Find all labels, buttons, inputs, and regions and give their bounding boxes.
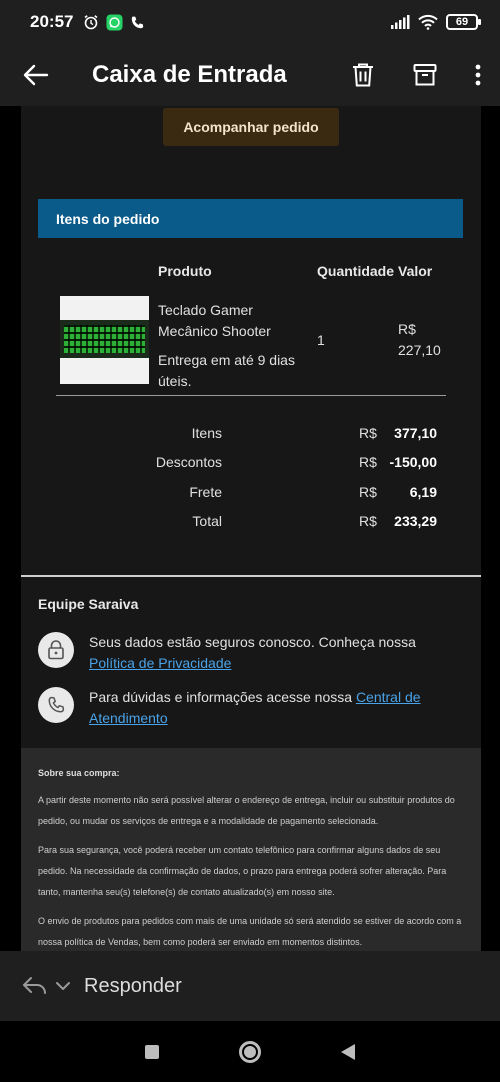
- summary-currency: R$: [359, 484, 377, 500]
- track-order-button[interactable]: Acompanhar pedido: [163, 108, 339, 146]
- back-nav-button[interactable]: [341, 1043, 355, 1060]
- section-divider: [21, 575, 481, 577]
- recents-button[interactable]: [145, 1044, 159, 1059]
- product-delivery: Entrega em até 9 dias úteis.: [158, 352, 295, 389]
- summary-value: 377,10: [394, 425, 437, 441]
- summary-row-shipping: Frete R$ 6,19: [21, 484, 481, 506]
- app-actions: [332, 44, 500, 106]
- status-system-icons: 69: [390, 14, 481, 30]
- reply-bar[interactable]: Responder: [0, 951, 500, 1021]
- more-options-button[interactable]: [456, 44, 500, 106]
- status-notification-icons: [83, 14, 145, 31]
- about-purchase-section: Sobre sua compra: A partir deste momento…: [21, 748, 481, 951]
- about-paragraph: O envio de produtos para pedidos com mai…: [38, 916, 462, 947]
- wifi-icon: [418, 14, 438, 30]
- archive-icon: [413, 64, 437, 86]
- back-arrow-icon: [23, 64, 49, 86]
- team-title: Equipe Saraiva: [38, 596, 139, 612]
- battery-icon: 69: [446, 14, 481, 30]
- summary-label: Frete: [189, 484, 222, 500]
- alarm-icon: [84, 15, 98, 30]
- more-vert-icon: [475, 64, 481, 86]
- column-product: Produto: [158, 263, 212, 279]
- column-quantity: Quantidade: [317, 263, 395, 279]
- home-button[interactable]: [239, 1040, 261, 1063]
- email-content[interactable]: Acompanhar pedido Itens do pedido Produt…: [0, 106, 500, 951]
- summary-label: Total: [192, 513, 222, 529]
- divider: [56, 395, 446, 396]
- about-paragraph: A partir deste momento não será possível…: [38, 795, 455, 826]
- summary-label: Itens: [191, 425, 222, 441]
- product-name: Teclado Gamer Mecânico Shooter: [158, 302, 271, 339]
- phone-support-icon: [38, 687, 74, 723]
- whatsapp-icon: [106, 14, 123, 30]
- delete-button[interactable]: [332, 44, 394, 106]
- summary-value: 233,29: [394, 513, 437, 529]
- app-bar: Caixa de Entrada: [0, 44, 500, 106]
- summary-value: 6,19: [409, 484, 437, 500]
- support-sentence: Para dúvidas e informações acesse nossa: [89, 689, 356, 705]
- summary-row-items: Itens R$ 377,10: [21, 425, 481, 447]
- summary-label: Descontos: [155, 454, 222, 470]
- trash-icon: [353, 63, 373, 87]
- about-title: Sobre sua compra:: [38, 768, 120, 778]
- privacy-sentence: Seus dados estão seguros conosco. Conheç…: [89, 634, 416, 650]
- product-image[interactable]: [60, 296, 149, 384]
- lock-icon: [38, 632, 74, 668]
- status-time: 20:57: [30, 12, 74, 31]
- summary-currency: R$: [359, 425, 377, 441]
- status-bar: 20:57 69: [0, 0, 500, 44]
- system-nav-bar: [0, 1021, 500, 1082]
- summary-row-discounts: Descontos R$ -150,00: [21, 454, 481, 476]
- phone-icon: [132, 16, 144, 28]
- keyboard-image: [60, 320, 149, 358]
- chevron-down-icon[interactable]: [54, 980, 72, 992]
- back-button[interactable]: [0, 44, 72, 106]
- email-body: Acompanhar pedido Itens do pedido Produt…: [21, 106, 481, 951]
- reply-button[interactable]: Responder: [84, 975, 182, 998]
- privacy-policy-link[interactable]: Política de Privacidade: [89, 655, 231, 671]
- app-title: Caixa de Entrada: [92, 61, 287, 88]
- order-items-header: Itens do pedido: [38, 199, 463, 238]
- column-value: Valor: [398, 263, 433, 279]
- summary-row-total: Total R$ 233,29: [21, 513, 481, 535]
- summary-currency: R$: [359, 513, 377, 529]
- privacy-text: Seus dados estão seguros conosco. Conheç…: [89, 632, 439, 674]
- summary-currency: R$: [359, 454, 377, 470]
- signal-icon: [391, 15, 410, 29]
- product-quantity: 1: [317, 332, 325, 348]
- summary-value: -150,00: [389, 454, 437, 470]
- support-text: Para dúvidas e informações acesse nossa …: [89, 687, 439, 729]
- archive-button[interactable]: [394, 44, 456, 106]
- reply-icon[interactable]: [22, 976, 48, 996]
- product-price: R$ 227,10: [398, 321, 441, 358]
- about-paragraph: Para sua segurança, você poderá receber …: [38, 845, 447, 897]
